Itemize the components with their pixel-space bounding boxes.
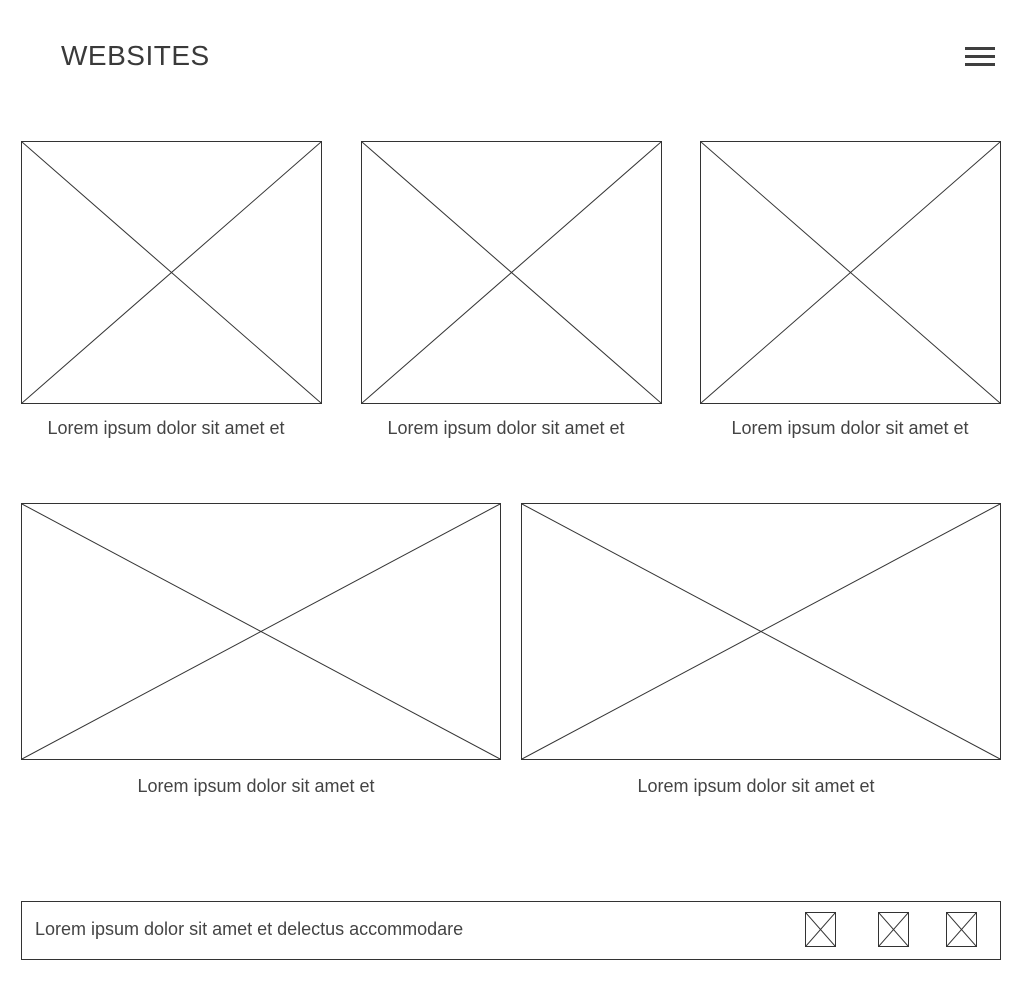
footer-text: Lorem ipsum dolor sit amet et delectus a… xyxy=(35,919,464,939)
gallery-caption-5: Lorem ipsum dolor sit amet et xyxy=(637,776,875,796)
social-icon-1[interactable] xyxy=(805,912,836,947)
image-placeholder-icon xyxy=(22,504,500,759)
gallery-image-3[interactable] xyxy=(700,141,1001,404)
gallery-caption-1: Lorem ipsum dolor sit amet et xyxy=(47,418,285,438)
gallery-image-2[interactable] xyxy=(361,141,662,404)
image-placeholder-icon xyxy=(806,913,835,946)
gallery-caption-3: Lorem ipsum dolor sit amet et xyxy=(731,418,969,438)
hamburger-menu-icon[interactable] xyxy=(963,44,997,70)
image-placeholder-icon xyxy=(522,504,1000,759)
social-icon-2[interactable] xyxy=(878,912,909,947)
social-icon-3[interactable] xyxy=(946,912,977,947)
image-placeholder-icon xyxy=(879,913,908,946)
gallery-caption-2: Lorem ipsum dolor sit amet et xyxy=(387,418,625,438)
menu-bar xyxy=(965,47,995,50)
image-placeholder-icon xyxy=(947,913,976,946)
gallery-image-1[interactable] xyxy=(21,141,322,404)
menu-bar xyxy=(965,55,995,58)
footer: Lorem ipsum dolor sit amet et delectus a… xyxy=(21,901,1001,960)
gallery-image-5[interactable] xyxy=(521,503,1001,760)
site-title: WEBSITES xyxy=(61,40,210,71)
gallery-caption-4: Lorem ipsum dolor sit amet et xyxy=(137,776,375,796)
image-placeholder-icon xyxy=(701,142,1000,403)
gallery-image-4[interactable] xyxy=(21,503,501,760)
image-placeholder-icon xyxy=(22,142,321,403)
menu-bar xyxy=(965,63,995,66)
image-placeholder-icon xyxy=(362,142,661,403)
